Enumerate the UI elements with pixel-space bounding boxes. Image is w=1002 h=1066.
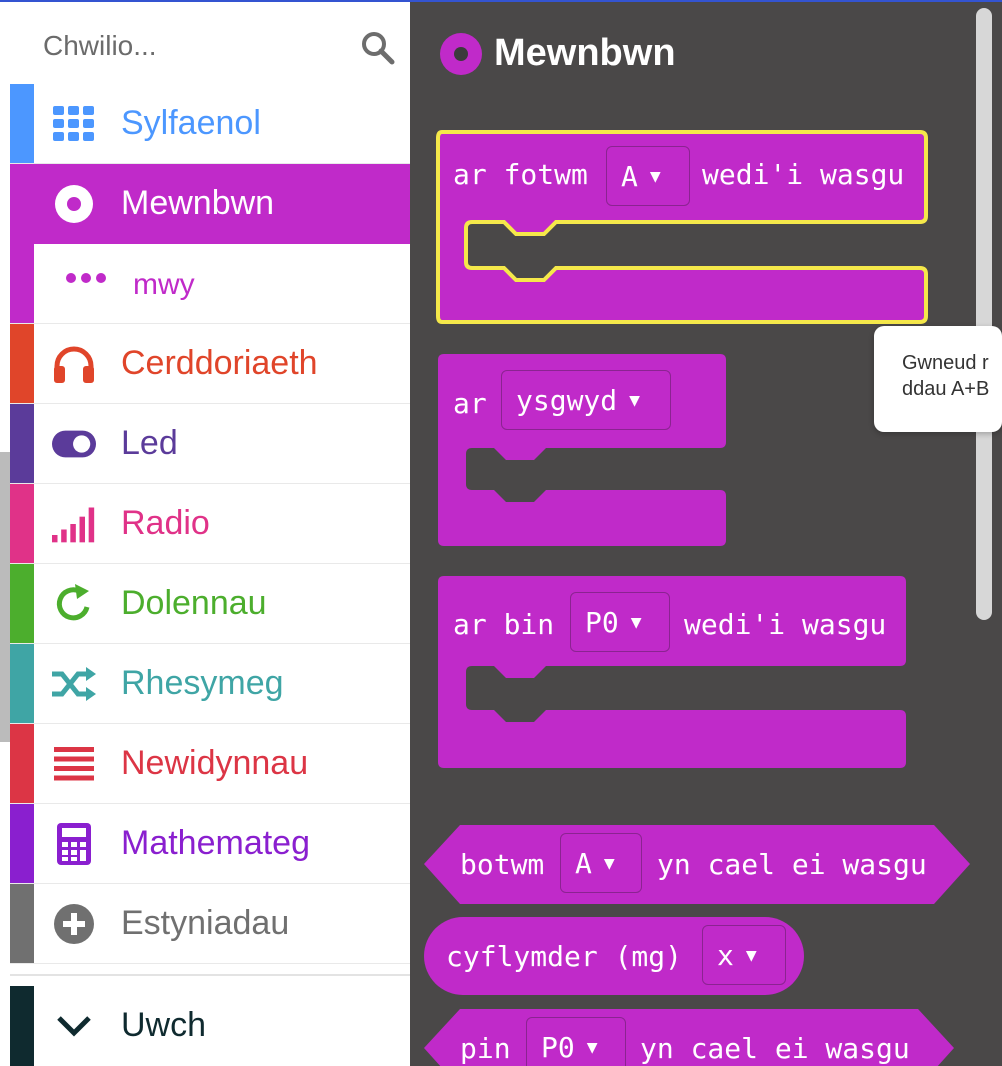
- category-label: Cerddoriaeth: [121, 344, 318, 382]
- shuffle-icon: [52, 662, 96, 706]
- block-shape: [438, 576, 906, 768]
- acceleration-block[interactable]: cyflymder (mg) x ▼: [424, 916, 806, 998]
- category-led[interactable]: Led: [10, 404, 410, 484]
- block-text: wedi'i wasgu: [684, 608, 887, 641]
- dropdown-value: A: [575, 846, 592, 880]
- toolbox-sidebar: Chwilio... Sylfaenol Mewnbwn mwy Cerddor…: [0, 2, 410, 1066]
- plus-circle-icon: [52, 902, 96, 946]
- tooltip-line: ddau A+B: [902, 378, 990, 400]
- category-label: Radio: [121, 504, 210, 542]
- dropdown-value: P0: [541, 1030, 575, 1064]
- flyout-scrollbar[interactable]: [976, 8, 992, 620]
- category-color-bar: [10, 404, 34, 483]
- block-text: botwm: [460, 848, 545, 881]
- block-text: ar fotwm: [453, 158, 588, 191]
- category-dolennau[interactable]: Dolennau: [10, 564, 410, 644]
- toggle-icon: [52, 422, 96, 466]
- signal-bars-icon: [52, 502, 96, 546]
- category-label: Uwch: [121, 1006, 207, 1044]
- category-label: Led: [121, 424, 178, 462]
- block-text: wedi'i wasgu: [702, 158, 905, 191]
- block-text: ar: [453, 387, 487, 420]
- flyout-title-text: Mewnbwn: [494, 32, 676, 74]
- block-text: pin: [460, 1032, 511, 1065]
- category-newidynnau[interactable]: Newidynnau: [10, 724, 410, 804]
- category-color-bar: [10, 484, 34, 563]
- category-color-bar: [10, 986, 34, 1066]
- block-tooltip: Gwneud r ddau A+B: [874, 326, 1002, 432]
- category-uwch[interactable]: Uwch: [10, 986, 410, 1066]
- chevron-down-icon: [52, 1004, 96, 1048]
- lines-icon: [52, 742, 96, 786]
- category-label: Rhesymeg: [121, 664, 284, 702]
- more-dots-icon: [66, 273, 106, 283]
- category-color-bar: [10, 644, 34, 723]
- block-text: ar bin: [453, 608, 555, 641]
- pin-is-pressed-block[interactable]: pin P0 ▼ yn cael ei wasgu: [424, 1008, 954, 1066]
- grid-icon: [52, 102, 96, 146]
- subcategory-mwy[interactable]: mwy: [10, 244, 410, 324]
- axis-dropdown[interactable]: x ▼: [702, 925, 786, 985]
- dropdown-caret-icon: ▼: [629, 389, 640, 411]
- radio-button-icon: [52, 182, 96, 226]
- dropdown-caret-icon: ▼: [586, 1036, 598, 1058]
- block-flyout: Mewnbwn ar fotwm A ▼ wedi'i wasgu ar ysgw…: [410, 2, 1002, 1066]
- search-icon[interactable]: [360, 30, 396, 66]
- pin-dropdown[interactable]: P0 ▼: [526, 1017, 626, 1066]
- dropdown-value: ysgwyd: [516, 383, 618, 417]
- gesture-dropdown[interactable]: ysgwyd ▼: [501, 370, 671, 430]
- radio-button-icon: [440, 32, 482, 75]
- loop-arrow-icon: [52, 582, 96, 626]
- category-label: Dolennau: [121, 584, 267, 622]
- category-label: Estyniadau: [121, 904, 290, 942]
- category-cerddoriaeth[interactable]: Cerddoriaeth: [10, 324, 410, 404]
- button-dropdown[interactable]: A ▼: [560, 833, 642, 893]
- search-input[interactable]: Chwilio...: [43, 30, 157, 62]
- category-color-bar: [10, 724, 34, 803]
- dropdown-value: P0: [585, 605, 619, 639]
- calculator-icon: [52, 822, 96, 866]
- category-label: Sylfaenol: [121, 104, 261, 142]
- dropdown-caret-icon: ▼: [745, 944, 757, 966]
- dropdown-caret-icon: ▼: [649, 165, 661, 187]
- search-box[interactable]: Chwilio...: [10, 4, 410, 86]
- button-is-pressed-block[interactable]: botwm A ▼ yn cael ei wasgu: [424, 824, 970, 906]
- category-color-bar: [10, 244, 34, 323]
- category-mewnbwn[interactable]: Mewnbwn: [10, 164, 410, 244]
- category-color-bar: [10, 324, 34, 403]
- block-text: yn cael ei wasgu: [640, 1032, 910, 1065]
- block-text: cyflymder (mg): [446, 940, 683, 973]
- category-color-bar: [10, 804, 34, 883]
- category-rhesymeg[interactable]: Rhesymeg: [10, 644, 410, 724]
- category-color-bar: [10, 84, 34, 163]
- pin-dropdown[interactable]: P0 ▼: [570, 592, 670, 652]
- on-button-pressed-block[interactable]: ar fotwm A ▼ wedi'i wasgu: [436, 128, 928, 326]
- block-text: yn cael ei wasgu: [657, 848, 927, 881]
- flyout-title: Mewnbwn: [440, 32, 676, 75]
- dropdown-value: x: [717, 938, 734, 972]
- category-label: Mewnbwn: [121, 184, 275, 222]
- on-gesture-block[interactable]: ar ysgwyd ▼: [438, 354, 728, 548]
- category-color-bar: [10, 884, 34, 963]
- dropdown-caret-icon: ▼: [603, 852, 615, 874]
- tooltip-line: Gwneud r: [902, 352, 989, 374]
- category-label: Mathemateg: [121, 824, 310, 862]
- dropdown-caret-icon: ▼: [630, 611, 642, 633]
- category-mathemateg[interactable]: Mathemateg: [10, 804, 410, 884]
- category-radio[interactable]: Radio: [10, 484, 410, 564]
- sidebar-gutter: [0, 452, 10, 742]
- category-sylfaenol[interactable]: Sylfaenol: [10, 84, 410, 164]
- category-estyniadau[interactable]: Estyniadau: [10, 884, 410, 964]
- on-pin-pressed-block[interactable]: ar bin P0 ▼ wedi'i wasgu: [438, 576, 908, 770]
- headphones-icon: [52, 342, 96, 386]
- button-dropdown[interactable]: A ▼: [606, 146, 690, 206]
- dropdown-value: A: [621, 159, 638, 193]
- subcategory-label: mwy: [133, 268, 195, 301]
- category-label: Newidynnau: [121, 744, 309, 782]
- category-color-bar: [10, 564, 34, 643]
- divider: [10, 974, 410, 976]
